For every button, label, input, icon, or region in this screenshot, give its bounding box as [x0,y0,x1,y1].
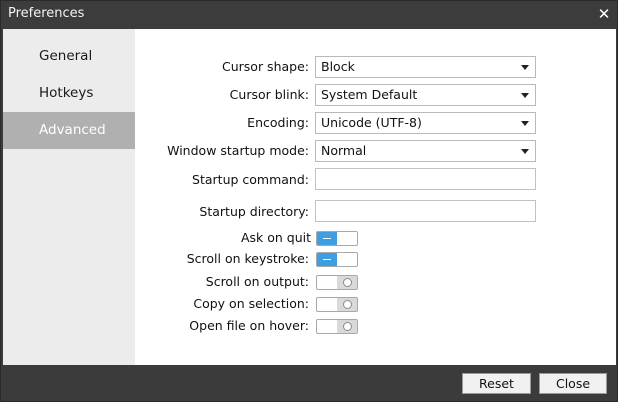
chevron-down-icon [521,93,529,98]
advanced-settings-panel: Cursor shape: Block Cursor blink: System… [135,29,616,365]
dialog-footer: Reset Close [1,365,617,401]
toggle-off-knob [337,320,357,333]
chevron-down-icon [521,65,529,70]
scroll-on-output-toggle[interactable] [316,275,358,290]
copy-on-selection-toggle[interactable] [316,297,358,312]
startup-mode-value: Normal [321,143,367,158]
startup-directory-input[interactable] [315,200,536,222]
copy-on-selection-label: Copy on selection: [193,296,309,311]
ask-on-quit-label: Ask on quit [240,230,311,245]
close-button[interactable]: Close [539,373,607,394]
window-title: Preferences [8,6,85,21]
scroll-on-output-label: Scroll on output: [205,274,309,289]
startup-directory-label: Startup directory: [199,204,309,219]
cursor-blink-label: Cursor blink: [229,87,309,102]
toggle-off-knob [337,298,357,311]
toggle-on-knob [317,232,337,245]
open-file-on-hover-label: Open file on hover: [189,318,309,333]
chevron-down-icon [521,149,529,154]
scroll-on-keystroke-label: Scroll on keystroke: [186,251,309,266]
cursor-blink-value: System Default [321,87,418,102]
cursor-blink-select[interactable]: System Default [315,84,536,106]
cursor-shape-value: Block [321,59,355,74]
title-bar: Preferences ✕ [1,1,617,28]
open-file-on-hover-toggle[interactable] [316,319,358,334]
startup-mode-select[interactable]: Normal [315,140,536,162]
cursor-shape-label: Cursor shape: [222,59,309,74]
chevron-down-icon [521,121,529,126]
cursor-shape-select[interactable]: Block [315,56,536,78]
preferences-window: Preferences ✕ General Hotkeys Advanced C… [0,0,618,402]
ask-on-quit-toggle[interactable] [316,231,358,246]
startup-command-input[interactable] [315,168,536,190]
encoding-select[interactable]: Unicode (UTF-8) [315,112,536,134]
startup-mode-label: Window startup mode: [167,143,309,158]
toggle-on-knob [317,253,337,266]
startup-command-label: Startup command: [192,172,309,187]
close-icon[interactable]: ✕ [595,4,613,24]
toggle-off-knob [337,276,357,289]
encoding-value: Unicode (UTF-8) [321,115,422,130]
scroll-on-keystroke-toggle[interactable] [316,252,358,267]
reset-button[interactable]: Reset [462,373,531,394]
encoding-label: Encoding: [247,115,309,130]
